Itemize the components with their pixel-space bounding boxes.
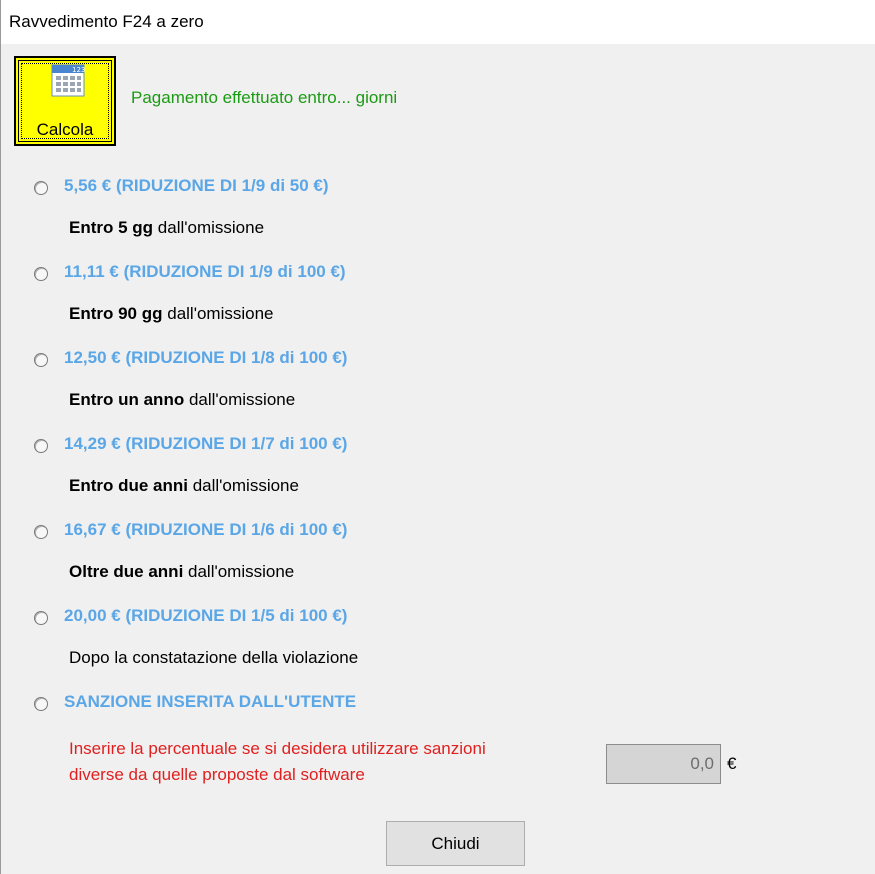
title-bar: Ravvedimento F24 a zero [1,0,875,44]
option-label[interactable]: 20,00 € (RIDUZIONE DI 1/5 di 100 €) [64,606,347,626]
svg-text:123: 123 [72,66,85,74]
option-label[interactable]: 5,56 € (RIDUZIONE DI 1/9 di 50 €) [64,176,329,196]
radio-button[interactable] [34,611,48,625]
radio-button[interactable] [34,267,48,281]
radio-button[interactable] [34,525,48,539]
description-text: dall'omissione [162,304,274,323]
custom-warning: Inserire la percentuale se si desidera u… [69,736,486,788]
option-label[interactable]: 11,11 € (RIDUZIONE DI 1/9 di 100 €) [64,262,346,282]
option-description: Oltre due anni dall'omissione [69,562,294,582]
radio-button[interactable] [34,439,48,453]
description-text: dall'omissione [153,218,265,237]
description-bold: Entro 90 gg [69,304,163,323]
radio-button[interactable] [34,697,48,711]
window-title: Ravvedimento F24 a zero [9,12,204,31]
option-description: Entro un anno dall'omissione [69,390,295,410]
description-text: dall'omissione [184,390,296,409]
subtitle: Pagamento effettuato entro... giorni [131,88,398,107]
description-text: dall'omissione [183,562,295,581]
option-description: Entro due anni dall'omissione [69,476,299,496]
option-description: Entro 5 gg dall'omissione [69,218,264,238]
close-button[interactable]: Chiudi [386,821,525,866]
euro-unit: € [727,754,737,773]
description-text: dall'omissione [188,476,299,495]
option-label[interactable]: 16,67 € (RIDUZIONE DI 1/6 di 100 €) [64,520,347,540]
description-text: Dopo la constatazione della violazione [69,648,359,667]
option-description: Dopo la constatazione della violazione [69,648,358,668]
calculator-icon: 123 [51,64,85,97]
option-label[interactable]: SANZIONE INSERITA DALL'UTENTE [64,692,356,712]
radio-button[interactable] [34,353,48,367]
warning-line-1: Inserire la percentuale se si desidera u… [69,739,486,758]
option-description: Entro 90 gg dall'omissione [69,304,273,324]
description-bold: Entro 5 gg [69,218,154,237]
calcola-button[interactable]: 123 Calcola [14,56,116,146]
description-bold: Entro un anno [69,390,185,409]
option-label[interactable]: 12,50 € (RIDUZIONE DI 1/8 di 100 €) [64,348,347,368]
calcola-label: Calcola [36,120,94,139]
description-bold: Entro due anni [69,476,188,495]
radio-button[interactable] [34,181,48,195]
description-bold: Oltre due anni [69,562,184,581]
window-border [0,0,1,874]
option-label[interactable]: 14,29 € (RIDUZIONE DI 1/7 di 100 €) [64,434,347,454]
warning-line-2: diverse da quelle proposte dal software [69,765,365,784]
percentage-input[interactable] [606,744,721,784]
